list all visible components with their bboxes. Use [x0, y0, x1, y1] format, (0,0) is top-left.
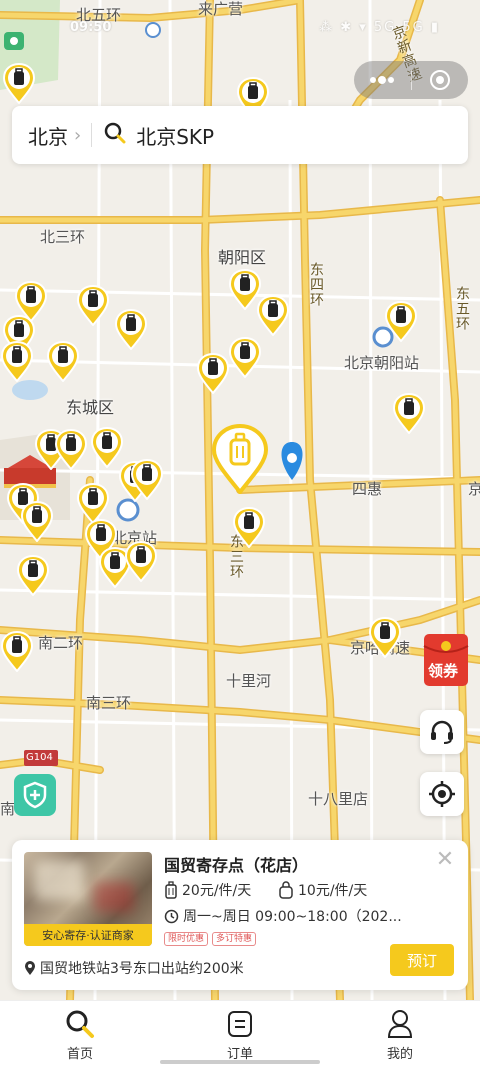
business-hours-text: 周一~周日 09:00~18:00（202... — [183, 909, 402, 925]
bag-icon — [279, 881, 293, 899]
safety-shield-button[interactable] — [14, 774, 56, 816]
store-address: 国贸地铁站3号东口出站约200米 — [24, 958, 244, 978]
store-address-text: 国贸地铁站3号东口出站约200米 — [40, 961, 244, 977]
camera-icon[interactable] — [4, 32, 24, 50]
chevron-right-icon[interactable]: › — [74, 125, 81, 146]
clock-icon — [164, 909, 179, 923]
luggage-storage-pin[interactable] — [54, 428, 88, 470]
luggage-storage-pin[interactable] — [16, 554, 50, 596]
luggage-storage-pin[interactable] — [76, 284, 110, 326]
location-pin-icon — [25, 961, 35, 975]
status-indicators: ⁂ ✱ ▾ 5G 5G ▮ — [319, 20, 440, 35]
tab-home[interactable]: 首页 — [0, 1001, 160, 1066]
luggage-storage-pin[interactable] — [2, 62, 36, 104]
luggage-storage-pin[interactable] — [228, 336, 262, 378]
luggage-storage-pin[interactable] — [46, 340, 80, 382]
order-list-icon — [228, 1011, 252, 1037]
luggage-storage-pin[interactable] — [392, 392, 426, 434]
store-photo[interactable]: 安心寄存·认证商家 — [24, 852, 152, 946]
tab-orders[interactable]: 订单 — [160, 1001, 320, 1066]
tab-mine[interactable]: 我的 — [320, 1001, 480, 1066]
suitcase-icon — [165, 881, 177, 899]
luggage-storage-pin[interactable] — [130, 458, 164, 500]
more-dots-icon[interactable] — [354, 61, 411, 99]
coupon-label: 领券 — [428, 662, 459, 680]
store-name: 国贸寄存点（花店） — [164, 856, 309, 875]
price-large-value: 20元/件/天 — [182, 883, 252, 899]
map-label-east-4th-ring: 东四环 — [308, 262, 324, 307]
search-bar: 北京 › 北京SKP — [12, 106, 468, 164]
mini-program-capsule — [354, 61, 468, 99]
tab-mine-label: 我的 — [386, 1047, 413, 1062]
map-label-shilihe: 十里河 — [226, 672, 272, 690]
map-label-south: 南 — [0, 800, 16, 818]
map-label-east-5th-ring: 东五环 — [454, 286, 470, 331]
promo-tags: 限时优惠 多订特惠 — [164, 932, 257, 946]
map-label-dongcheng: 东城区 — [66, 398, 115, 417]
city-selector[interactable]: 北京 — [28, 121, 68, 150]
luggage-storage-pin[interactable] — [0, 340, 34, 382]
luggage-storage-pin[interactable] — [232, 506, 266, 548]
map-label-chaoyang: 朝阳区 — [218, 248, 267, 267]
luggage-storage-pin[interactable] — [20, 500, 54, 542]
promo-tag: 多订特惠 — [212, 932, 257, 946]
map-label-north-3rd-ring: 北三环 — [40, 228, 86, 246]
luggage-storage-pin[interactable] — [114, 308, 148, 350]
map-label-south-2nd-ring: 南二环 — [38, 634, 84, 652]
coupon-button[interactable]: 领券 — [420, 632, 480, 688]
status-time: 09:50 — [70, 20, 112, 35]
search-icon — [66, 1010, 94, 1038]
map-label-shibalidian: 十八里店 — [308, 790, 369, 808]
promo-tag: 限时优惠 — [164, 932, 209, 946]
map-label-chaoyang-station: 北京朝阳站 — [344, 354, 420, 372]
map-label-sihui: 四惠 — [352, 480, 383, 498]
luggage-storage-pin[interactable] — [124, 540, 158, 582]
map-label-jingdong: 京东 — [468, 480, 480, 498]
status-bar: 09:50 ⁂ ✱ ▾ 5G 5G ▮ — [0, 0, 480, 40]
price-large-luggage: 20元/件/天 — [164, 880, 251, 900]
tab-home-label: 首页 — [66, 1047, 93, 1062]
locate-button[interactable] — [420, 772, 464, 816]
shield-plus-icon — [23, 781, 47, 809]
luggage-storage-pin[interactable] — [368, 616, 402, 658]
store-info-card[interactable]: 安心寄存·认证商家 国贸寄存点（花店） ✕ 20元/件/天 10元/件/天 周一… — [12, 840, 468, 990]
business-hours: 周一~周日 09:00~18:00（202... — [164, 906, 402, 926]
close-card-button[interactable]: ✕ — [434, 849, 456, 872]
price-small-luggage: 10元/件/天 — [278, 880, 367, 900]
book-button[interactable]: 预订 — [390, 944, 454, 976]
luggage-storage-pin[interactable] — [0, 630, 34, 672]
home-indicator — [160, 1060, 320, 1064]
map-label-south-3rd-ring: 南三环 — [86, 694, 132, 712]
certified-merchant-label: 安心寄存·认证商家 — [24, 924, 152, 946]
selected-store-pin[interactable] — [211, 423, 269, 496]
luggage-storage-pin[interactable] — [196, 352, 230, 394]
headset-icon — [431, 720, 453, 744]
map-label-g104: G104 — [26, 752, 53, 763]
luggage-storage-pin[interactable] — [384, 300, 418, 342]
luggage-storage-pin[interactable] — [256, 294, 290, 336]
search-divider — [91, 123, 93, 147]
locate-icon — [429, 781, 455, 807]
search-input[interactable]: 北京SKP — [136, 121, 214, 150]
target-circle-icon[interactable] — [412, 61, 469, 99]
user-icon — [387, 1010, 413, 1038]
search-icon — [104, 122, 126, 148]
price-small-value: 10元/件/天 — [298, 883, 368, 899]
bottom-tab-bar: 首页 订单 我的 — [0, 1000, 480, 1066]
customer-service-button[interactable] — [420, 710, 464, 754]
